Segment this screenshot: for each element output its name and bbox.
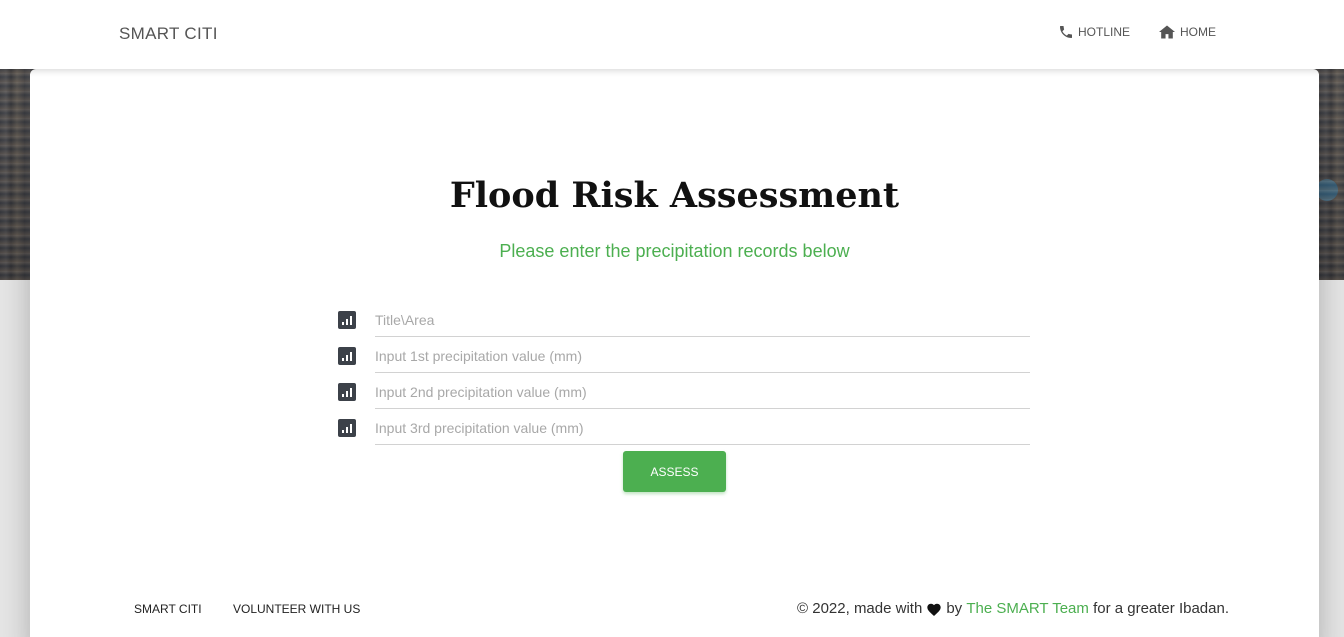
bar-chart-icon <box>338 383 356 401</box>
copyright-by: by <box>946 600 963 617</box>
precipitation-2-input[interactable] <box>375 375 1030 409</box>
top-navbar: SMART CITI HOTLINE HOME <box>0 0 1344 69</box>
assessment-card: Flood Risk Assessment Please enter the p… <box>30 69 1319 637</box>
footer-link-volunteer[interactable]: VOLUNTEER WITH US <box>233 602 360 616</box>
page-title: Flood Risk Assessment <box>449 175 900 216</box>
assess-button[interactable]: ASSESS <box>623 451 726 492</box>
nav-home[interactable]: HOME <box>1158 24 1216 40</box>
brand-logo[interactable]: SMART CITI <box>119 24 218 44</box>
nav-hotline-label: HOTLINE <box>1078 25 1131 39</box>
page-subtitle: Please enter the precipitation records b… <box>499 241 850 261</box>
field-title-area <box>338 303 1030 337</box>
field-precip-1 <box>338 339 1030 373</box>
nav-hotline[interactable]: HOTLINE <box>1058 24 1130 40</box>
precipitation-1-input[interactable] <box>375 339 1030 373</box>
home-icon <box>1159 25 1175 39</box>
heart-icon <box>927 603 941 616</box>
field-precip-2 <box>338 375 1030 409</box>
bar-chart-icon <box>338 311 356 329</box>
copyright-prefix: © 2022, made with <box>797 600 923 617</box>
precipitation-3-input[interactable] <box>375 411 1030 445</box>
bar-chart-icon <box>338 419 356 437</box>
footer-copyright: © 2022, made with by The SMART Team for … <box>797 600 1229 617</box>
bar-chart-icon <box>338 347 356 365</box>
nav-home-label: HOME <box>1180 25 1216 39</box>
phone-icon <box>1060 26 1072 38</box>
field-precip-3 <box>338 411 1030 445</box>
copyright-suffix: for a greater Ibadan. <box>1093 600 1229 617</box>
title-area-input[interactable] <box>375 303 1030 337</box>
team-link[interactable]: The SMART Team <box>966 600 1089 617</box>
footer-link-smart-citi[interactable]: SMART CITI <box>134 602 202 616</box>
